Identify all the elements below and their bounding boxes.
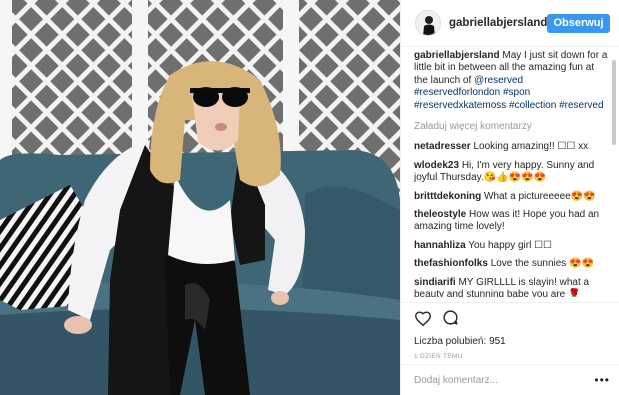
- comment-item: thefashionfolks Love the sunnies 😍😍: [414, 258, 610, 270]
- post-photo-illustration: [0, 0, 400, 395]
- caption-username[interactable]: gabriellabjersland: [414, 50, 500, 61]
- comment-item: wlodek23 Hi, I'm very happy. Sunny and j…: [414, 160, 610, 185]
- comment-username[interactable]: hannahliza: [414, 240, 466, 251]
- avatar[interactable]: [415, 10, 441, 36]
- follow-button[interactable]: Obserwuj: [547, 13, 610, 33]
- comment-item: britttdekoning What a pictureeeee😍😍: [414, 191, 610, 203]
- likes-count-row[interactable]: Liczba polubień: 951: [414, 336, 607, 347]
- comment-username[interactable]: theleostyle: [414, 209, 466, 220]
- emoji-icon: 😘👍😍😍😍: [483, 172, 546, 184]
- comments-list[interactable]: gabriellabjersland May I just sit down f…: [414, 50, 610, 297]
- post-header: gabriellabjersland Obserwuj: [401, 0, 619, 47]
- post-actions: Liczba polubień: 951 1 DZIEŃ TEMU: [401, 302, 619, 360]
- emoji-icon: 😍😍: [570, 190, 596, 202]
- avatar-image: [416, 11, 440, 35]
- comment-username[interactable]: britttdekoning: [414, 191, 481, 202]
- comment-text: What a pictureeeee: [484, 190, 571, 202]
- caption-mention[interactable]: @reserved: [474, 75, 523, 86]
- comment-item: netadresser Looking amazing!! ☐☐ xx: [414, 141, 610, 153]
- post-caption: gabriellabjersland May I just sit down f…: [414, 50, 610, 112]
- comment-username[interactable]: sindiarifi: [414, 277, 456, 288]
- comment-input[interactable]: [414, 374, 595, 386]
- post-photo[interactable]: [0, 0, 400, 395]
- post-timestamp[interactable]: 1 DZIEŃ TEMU: [414, 353, 607, 360]
- comment-username[interactable]: netadresser: [414, 141, 471, 152]
- comment-text: Love the sunnies: [490, 258, 567, 270]
- more-options-icon[interactable]: •••: [594, 373, 610, 387]
- header-username[interactable]: gabriellabjersland: [449, 17, 547, 29]
- comment-text: You happy girl ☐☐: [468, 239, 553, 251]
- comment-item: sindiarifi MY GIRLLLL is slayin! what a …: [414, 277, 610, 297]
- action-icons-row: [414, 310, 607, 330]
- comment-item: theleostyle How was it! Hope you had an …: [414, 209, 610, 234]
- comments-scrollbar[interactable]: [612, 60, 616, 145]
- emoji-icon: 😍😍: [569, 258, 594, 270]
- comment-item: hannahliza You happy girl ☐☐: [414, 240, 610, 252]
- heart-icon[interactable]: [414, 310, 432, 331]
- load-more-comments-link[interactable]: Załaduj więcej komentarzy: [414, 121, 610, 133]
- comment-username[interactable]: thefashionfolks: [414, 258, 488, 269]
- likes-label: Liczba polubień:: [414, 336, 487, 347]
- post-side-panel: gabriellabjersland Obserwuj gabriellabje…: [400, 0, 619, 395]
- add-comment-bar: •••: [401, 364, 619, 395]
- comment-username[interactable]: wlodek23: [414, 160, 459, 171]
- caption-hashtags[interactable]: #reservedforlondon #spon #reservedxkatem…: [414, 87, 604, 110]
- likes-count: 951: [489, 336, 506, 347]
- comment-text: Looking amazing!! ☐☐ xx: [473, 141, 589, 153]
- rose-emoji-icon: 🌹: [568, 289, 581, 297]
- comment-bubble-icon[interactable]: [442, 309, 459, 331]
